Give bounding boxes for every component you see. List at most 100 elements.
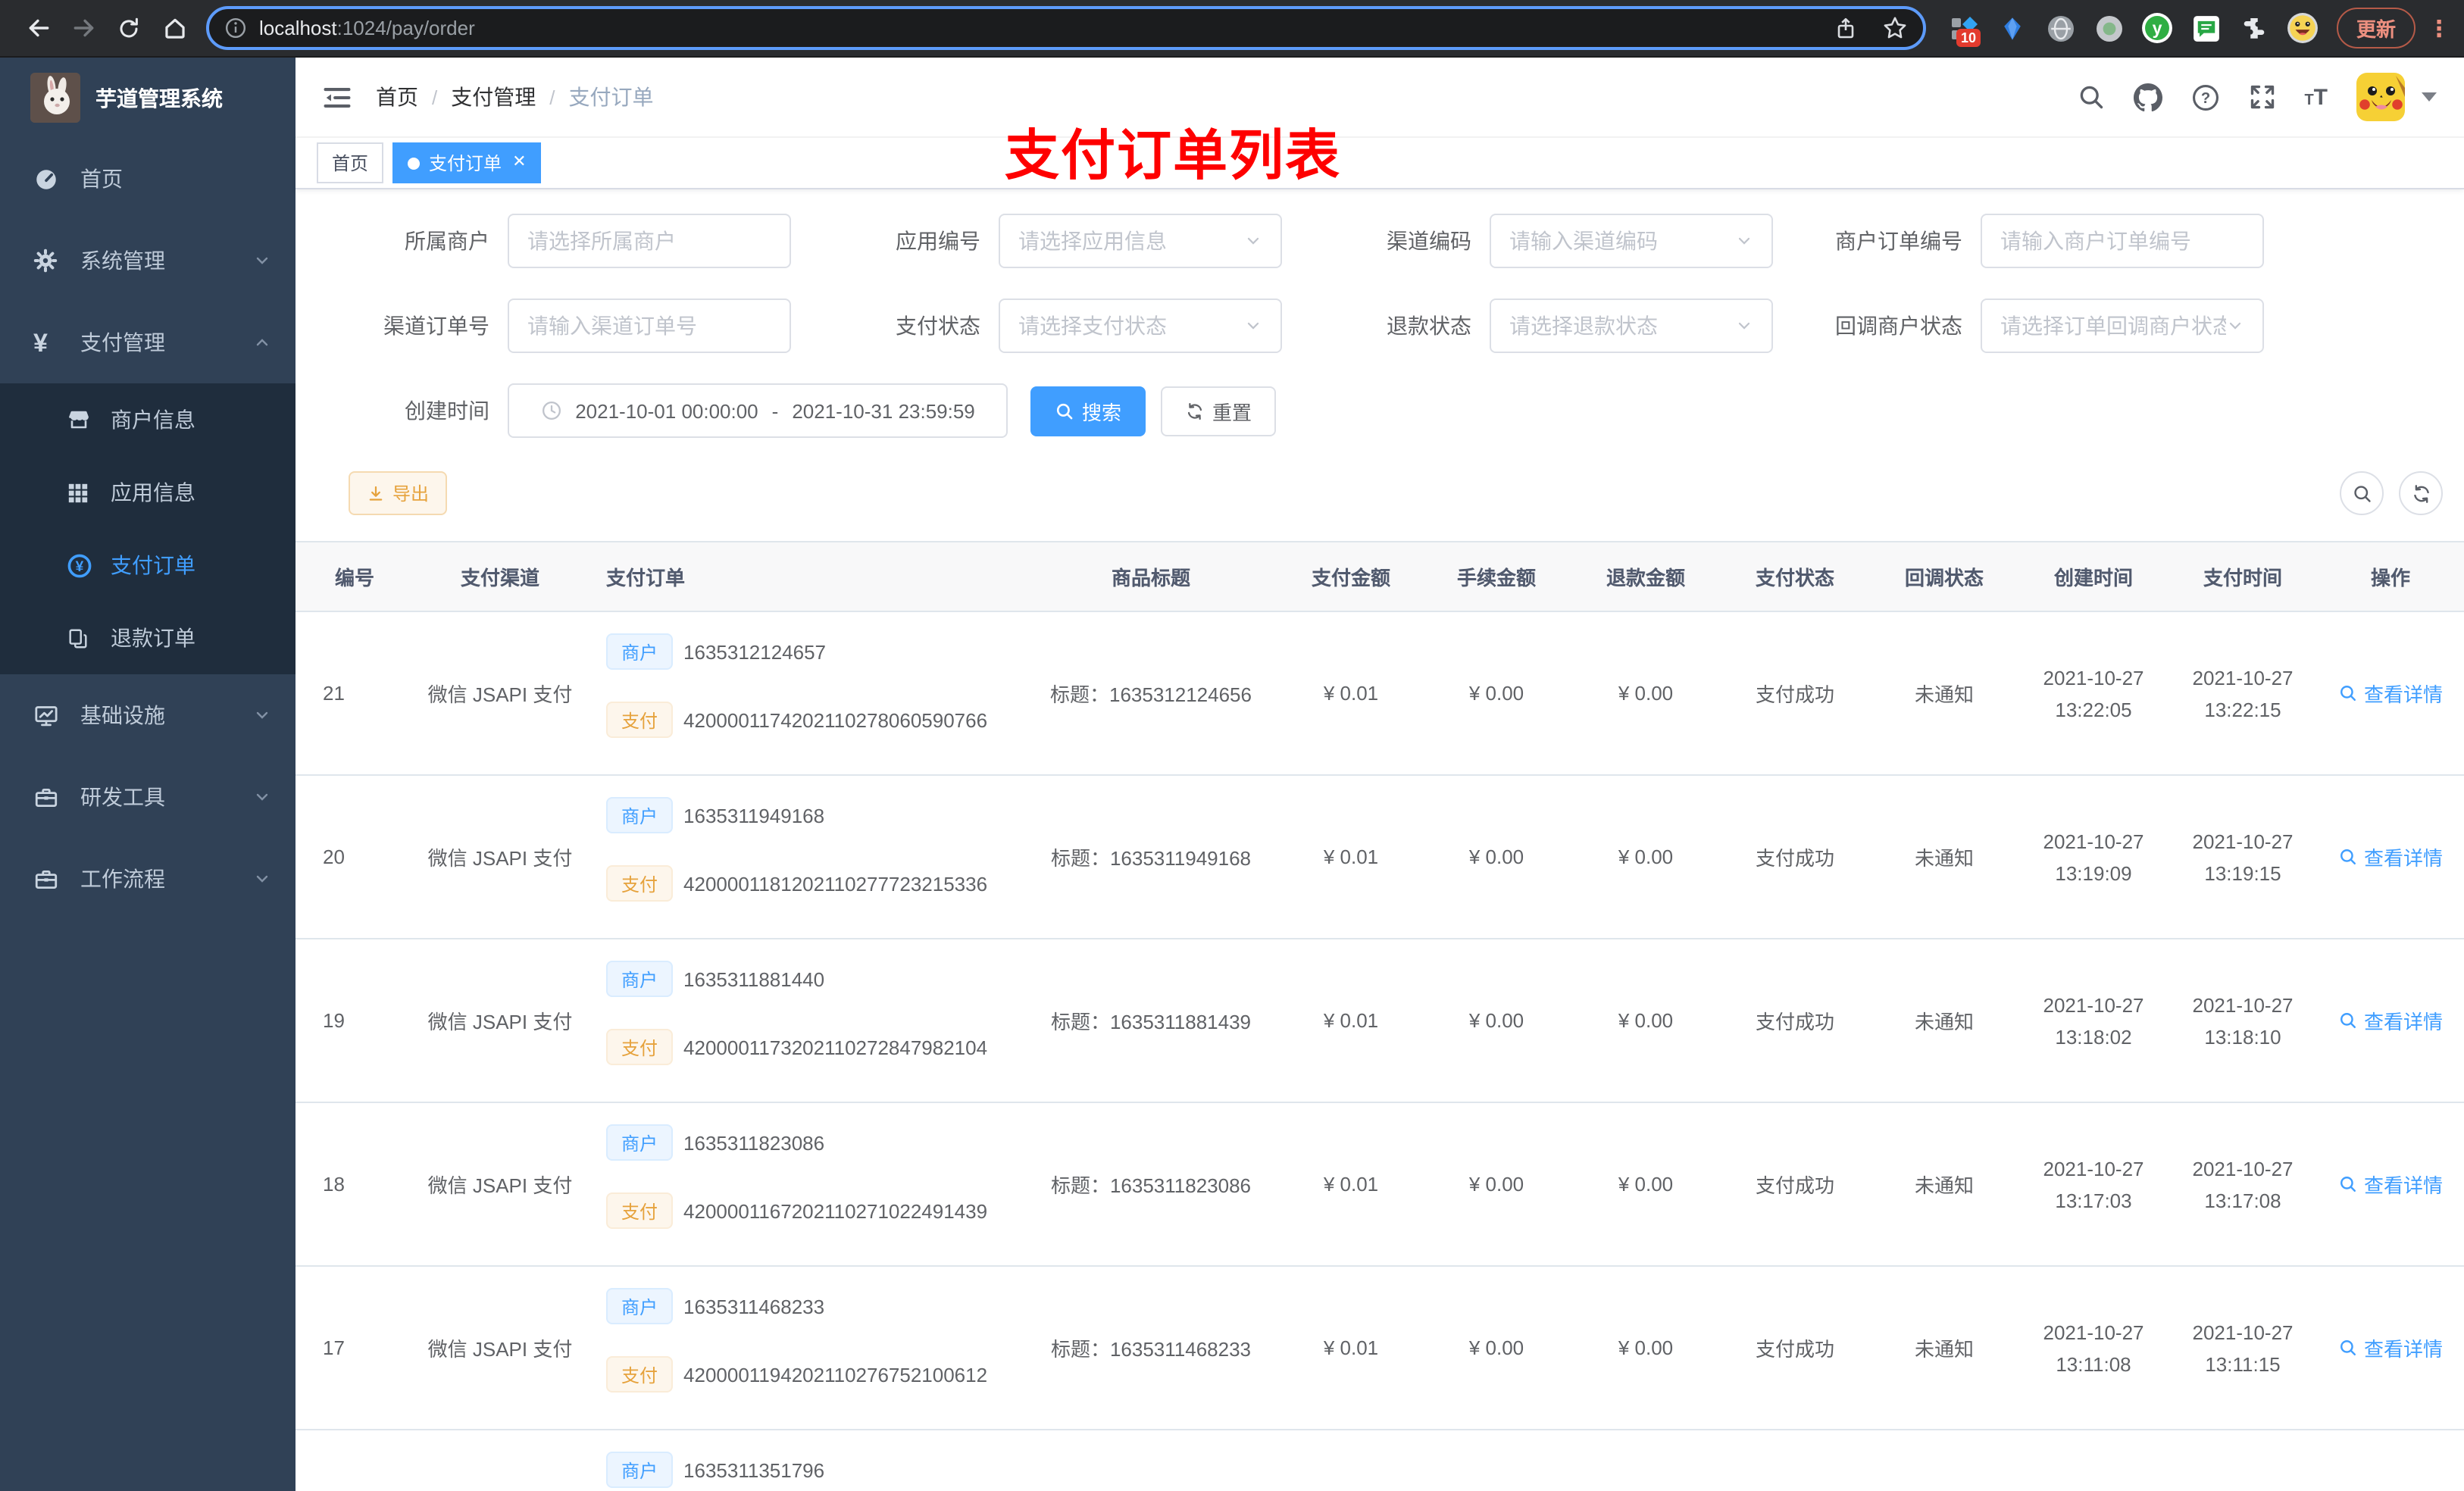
- extension-chat-icon[interactable]: [2190, 12, 2222, 44]
- filter-row-3: 创建时间 2021-10-01 00:00:00 - 2021-10-31 23…: [318, 383, 2464, 438]
- search-icon[interactable]: [2077, 83, 2104, 111]
- order-table: 编号 支付渠道 支付订单 商品标题 支付金额 手续金额 退款金额 支付状态 回调…: [295, 541, 2464, 1491]
- sidebar-item-workflow[interactable]: 工作流程: [0, 838, 295, 920]
- order-id-cell: 19: [295, 939, 409, 1103]
- refund-amount-cell: ¥ 0.00: [1571, 939, 1720, 1103]
- sidebar-item-refund-order[interactable]: 退款订单: [0, 602, 295, 674]
- merchant-filter-input[interactable]: 请选择所属商户: [508, 214, 791, 268]
- app-logo[interactable]: 芋道管理系统: [0, 58, 295, 138]
- site-info-icon[interactable]: [224, 17, 247, 39]
- font-size-icon[interactable]: TT: [2304, 86, 2328, 108]
- chevron-down-icon: [1244, 317, 1262, 335]
- extension-command-icon[interactable]: [2044, 12, 2076, 44]
- refund-status-select[interactable]: 请选择退款状态: [1490, 299, 1773, 353]
- sidebar-item-pay-order[interactable]: ¥ 支付订单: [0, 529, 295, 602]
- view-detail-link[interactable]: 查看详情: [2338, 1333, 2443, 1362]
- breadcrumb-pay[interactable]: 支付管理: [451, 82, 536, 112]
- fullscreen-icon[interactable]: [2248, 83, 2275, 111]
- extension-gem-icon[interactable]: [1996, 12, 2028, 44]
- product-title-cell: 标题：1635312124656: [1021, 611, 1280, 776]
- sidebar-toggle-icon[interactable]: [323, 83, 352, 111]
- export-button[interactable]: 导出: [349, 471, 448, 515]
- table-row: 18 微信 JSAPI 支付 商户 1635311823086 支付 4200001167…: [295, 1102, 2464, 1267]
- extension-blocks-icon[interactable]: 10: [1947, 12, 1981, 47]
- extension-emoji-icon[interactable]: [2287, 12, 2319, 44]
- sidebar-item-label: 应用信息: [111, 480, 195, 505]
- breadcrumb-home[interactable]: 首页: [376, 82, 418, 112]
- chevron-down-icon: [1735, 317, 1753, 335]
- reset-button[interactable]: 重置: [1161, 386, 1277, 436]
- merchant-order-no-input[interactable]: 请输入商户订单编号: [1981, 214, 2264, 268]
- fee-amount-cell: ¥ 0.00: [1421, 939, 1571, 1103]
- app-filter-select[interactable]: 请选择应用信息: [999, 214, 1282, 268]
- tag-home[interactable]: 首页: [317, 142, 384, 183]
- user-avatar[interactable]: [2356, 73, 2405, 121]
- browser-reload-button[interactable]: [106, 5, 152, 51]
- pay-status-cell: [1720, 1430, 1870, 1491]
- search-button[interactable]: 搜索: [1030, 386, 1146, 436]
- action-cell: 查看详情: [2317, 611, 2464, 776]
- pay-status-cell: 支付成功: [1720, 1102, 1870, 1267]
- extension-record-icon[interactable]: [2093, 12, 2125, 44]
- pay-time-cell: 2021-10-27 13:11:15: [2169, 1266, 2317, 1430]
- view-detail-link[interactable]: 查看详情: [2338, 679, 2443, 708]
- sidebar-item-app-info[interactable]: 应用信息: [0, 456, 295, 529]
- extension-y-icon[interactable]: y: [2141, 12, 2173, 44]
- filter-label: 渠道编码: [1387, 229, 1471, 253]
- url-text: localhost:1024/pay/order: [259, 17, 475, 39]
- sidebar-item-pay[interactable]: ¥ 支付管理: [0, 302, 295, 383]
- browser-menu-icon[interactable]: ⋮: [2428, 14, 2450, 42]
- notify-status-cell: 未通知: [1870, 939, 2018, 1103]
- sidebar-item-label: 支付订单: [111, 553, 195, 577]
- sidebar-item-infrastructure[interactable]: 基础设施: [0, 674, 295, 756]
- address-bar[interactable]: localhost:1024/pay/order: [206, 6, 1926, 50]
- chevron-down-icon: [2226, 317, 2244, 335]
- sidebar-item-dev-tools[interactable]: 研发工具: [0, 756, 295, 838]
- channel-code-select[interactable]: 请输入渠道编码: [1490, 214, 1773, 268]
- view-detail-link[interactable]: 查看详情: [2338, 842, 2443, 871]
- callback-status-select[interactable]: 请选择订单回调商户状态: [1981, 299, 2264, 353]
- toolbox-icon: [33, 784, 59, 810]
- page-content: 所属商户 请选择所属商户 应用编号 请选择应用信息 渠道编码 请输入渠道编码 商…: [295, 189, 2464, 1491]
- pay-channel-cell: 微信 JSAPI 支付: [409, 611, 591, 776]
- merchant-tag: 商户: [606, 797, 674, 833]
- merchant-order-no: 1635311949168: [683, 804, 825, 827]
- share-icon[interactable]: [1834, 16, 1858, 40]
- sidebar-item-system[interactable]: 系统管理: [0, 220, 295, 302]
- filter-label: 创建时间: [405, 399, 489, 423]
- active-tag-dot: [408, 157, 421, 169]
- action-cell: 查看详情: [2317, 1102, 2464, 1267]
- table-row: 20 微信 JSAPI 支付 商户 1635311949168 支付 4200001181…: [295, 775, 2464, 939]
- toggle-search-icon[interactable]: [2340, 471, 2384, 515]
- browser-forward-button[interactable]: [61, 5, 106, 51]
- help-icon[interactable]: ?: [2190, 83, 2219, 111]
- fee-amount-cell: ¥ 0.00: [1421, 611, 1571, 776]
- browser-update-button[interactable]: 更新: [2337, 8, 2416, 48]
- documents-icon: [67, 627, 92, 649]
- tag-close-icon[interactable]: ✕: [512, 154, 526, 171]
- tag-pay-order[interactable]: 支付订单 ✕: [392, 142, 542, 183]
- browser-back-button[interactable]: [15, 5, 61, 51]
- pay-status-select[interactable]: 请选择支付状态: [999, 299, 1282, 353]
- svg-text:¥: ¥: [76, 558, 84, 574]
- channel-order-no-input[interactable]: 请输入渠道订单号: [508, 299, 791, 353]
- merchant-tag: 商户: [606, 1452, 674, 1488]
- notify-status-cell: 未通知: [1870, 775, 2018, 939]
- sidebar-item-home[interactable]: 首页: [0, 138, 295, 220]
- browser-home-button[interactable]: [152, 5, 197, 51]
- filter-item-merchant-order-no: 商户订单编号 请输入商户订单编号: [1791, 214, 2282, 268]
- sidebar-item-merchant-info[interactable]: 商户信息: [0, 383, 295, 456]
- chevron-up-icon: [253, 333, 271, 352]
- extension-puzzle-icon[interactable]: [2238, 12, 2270, 44]
- avatar-dropdown-caret[interactable]: [2422, 92, 2437, 102]
- view-detail-link[interactable]: 查看详情: [2338, 1006, 2443, 1035]
- column-header: 退款金额: [1571, 541, 1720, 612]
- bookmark-star-icon[interactable]: [1882, 15, 1908, 41]
- github-icon[interactable]: [2133, 83, 2162, 111]
- view-detail-link[interactable]: 查看详情: [2338, 1170, 2443, 1199]
- filter-row-1: 所属商户 请选择所属商户 应用编号 请选择应用信息 渠道编码 请输入渠道编码 商…: [318, 214, 2464, 268]
- refresh-table-icon[interactable]: [2399, 471, 2443, 515]
- create-time-range-picker[interactable]: 2021-10-01 00:00:00 - 2021-10-31 23:59:5…: [508, 383, 1008, 438]
- product-title-cell: 标题：1635311823086: [1021, 1102, 1280, 1267]
- table-toolbar: 导出: [349, 471, 2443, 515]
